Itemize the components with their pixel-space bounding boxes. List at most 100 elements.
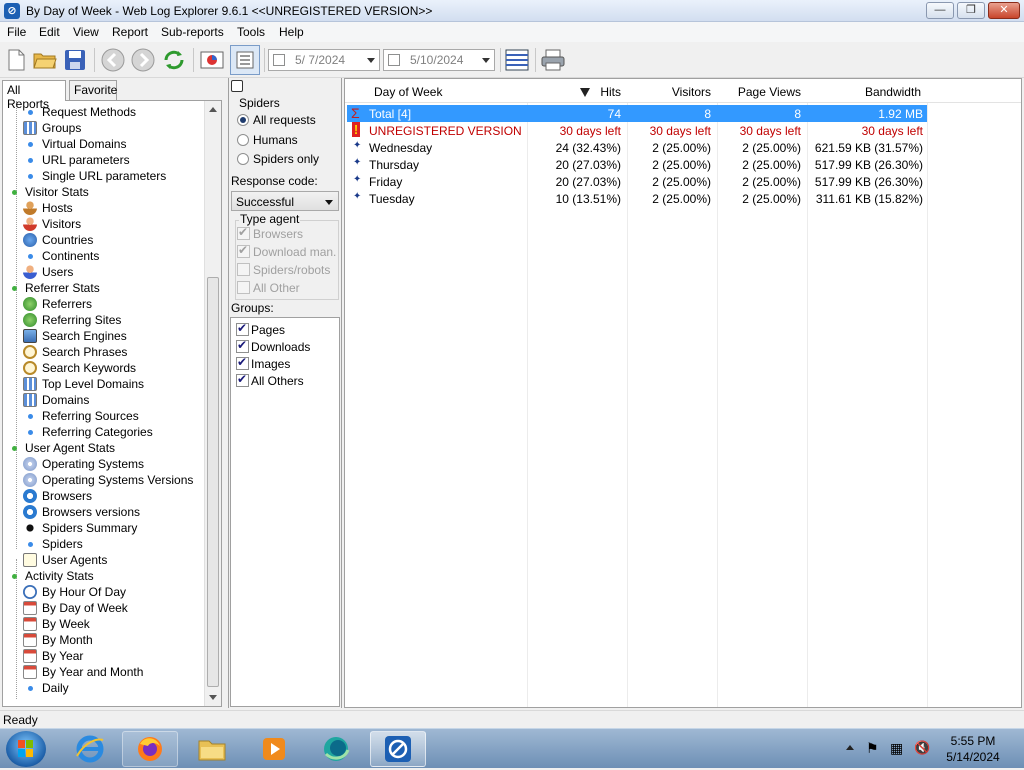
spiders-only-radio[interactable] [237, 153, 249, 165]
chevron-down-icon[interactable] [482, 58, 490, 63]
tree-item[interactable]: By Year and Month [23, 664, 143, 680]
maximize-button[interactable]: ❐ [957, 2, 985, 19]
firefox-icon[interactable] [122, 731, 178, 767]
clock-time[interactable]: 5:55 PM [938, 734, 1008, 748]
menu-report[interactable]: Report [112, 25, 148, 39]
chevron-down-icon[interactable] [367, 58, 375, 63]
close-button[interactable]: ✕ [988, 2, 1020, 19]
columns-icon[interactable] [504, 47, 530, 73]
refresh-icon[interactable] [161, 47, 187, 73]
sort-descending-icon[interactable] [580, 88, 590, 97]
header-hits[interactable]: Hits [600, 85, 621, 99]
scroll-down-icon[interactable] [209, 695, 217, 700]
tree-item[interactable]: Visitors [23, 216, 81, 232]
browsers-checkbox[interactable] [237, 225, 250, 240]
tab-all-reports[interactable]: All Reports [2, 80, 66, 111]
header-bandwidth[interactable]: Bandwidth [865, 85, 921, 99]
open-folder-icon[interactable] [32, 47, 58, 73]
date-to-picker[interactable]: 5/10/2024 [383, 49, 495, 71]
tree-item[interactable]: Operating Systems Versions [23, 472, 193, 488]
tree-item[interactable]: Search Keywords [23, 360, 136, 376]
new-document-icon[interactable] [3, 47, 29, 73]
show-hidden-icons-icon[interactable] [846, 745, 854, 750]
scroll-thumb[interactable] [207, 277, 219, 687]
table-row[interactable]: ! UNREGISTERED VERSION 30 days left 30 days… [347, 122, 927, 139]
table-row[interactable]: ✦ Thursday 20 (27.03%) 2 (25.00%) 2 (25.00%)… [347, 156, 927, 173]
tab-favorite[interactable]: Favorite [69, 80, 117, 100]
table-row[interactable]: Σ Total [4] 74 8 8 1.92 MB [347, 105, 927, 122]
group-downloads-checkbox[interactable] [236, 338, 249, 353]
tree-scrollbar[interactable] [204, 101, 221, 706]
menu-edit[interactable]: Edit [39, 25, 60, 39]
start-button[interactable] [6, 731, 46, 767]
tree-item[interactable]: Spiders [23, 536, 83, 552]
group-images-label[interactable]: Images [251, 357, 290, 371]
header-page-views[interactable]: Page Views [738, 85, 801, 99]
group-pages-label[interactable]: Pages [251, 323, 285, 337]
menu-view[interactable]: View [73, 25, 99, 39]
minimize-button[interactable]: — [926, 2, 954, 19]
tree-item[interactable]: Virtual Domains [23, 136, 126, 152]
tree-item[interactable]: Single URL parameters [23, 168, 166, 184]
tree-item[interactable]: User Agent Stats [12, 440, 115, 456]
download-man-checkbox[interactable] [237, 243, 250, 258]
group-pages-checkbox[interactable] [236, 321, 249, 336]
spiders-robots-checkbox[interactable] [237, 263, 250, 276]
scroll-up-icon[interactable] [209, 107, 217, 112]
tree-item[interactable]: User Agents [23, 552, 107, 568]
table-row[interactable]: ✦ Wednesday 24 (32.43%) 2 (25.00%) 2 (25.00%… [347, 139, 927, 156]
date-from-picker[interactable]: 5/ 7/2024 [268, 49, 380, 71]
tree-item[interactable]: By Hour Of Day [23, 584, 126, 600]
tree-item[interactable]: Browsers versions [23, 504, 140, 520]
tree-item[interactable]: By Week [23, 616, 90, 632]
network-icon[interactable]: ▦ [890, 740, 903, 757]
tree-item[interactable]: By Year [23, 648, 83, 664]
tree-item[interactable]: Groups [23, 120, 81, 136]
group-all-others-checkbox[interactable] [236, 372, 249, 387]
tree-item[interactable]: Referrers [23, 296, 92, 312]
media-player-icon[interactable] [246, 731, 302, 767]
date-to-checkbox[interactable] [388, 54, 400, 66]
tree-item[interactable]: Search Phrases [23, 344, 127, 360]
tree-item[interactable]: Referring Sources [23, 408, 139, 424]
all-requests-label[interactable]: All requests [253, 113, 316, 127]
tree-item[interactable]: URL parameters [23, 152, 130, 168]
response-code-select[interactable]: Successful [231, 191, 339, 211]
tree-item[interactable]: Search Engines [23, 328, 127, 344]
group-downloads-label[interactable]: Downloads [251, 340, 310, 354]
filter-panel-toggle-icon[interactable] [230, 45, 260, 75]
tree-item[interactable]: Continents [23, 248, 99, 264]
menu-file[interactable]: File [7, 25, 26, 39]
forward-icon[interactable] [130, 47, 156, 73]
tree-item[interactable]: Referring Categories [23, 424, 153, 440]
pin-icon[interactable] [231, 80, 243, 92]
chevron-down-icon[interactable] [325, 200, 333, 205]
action-center-flag-icon[interactable]: ⚑ [866, 740, 879, 757]
tree-item[interactable]: Users [23, 264, 73, 280]
tree-item[interactable]: Referrer Stats [12, 280, 100, 296]
tree-item[interactable]: Referring Sites [23, 312, 121, 328]
tree-item[interactable]: Countries [23, 232, 93, 248]
save-icon[interactable] [62, 47, 88, 73]
tree-item[interactable]: Browsers [23, 488, 92, 504]
menu-tools[interactable]: Tools [237, 25, 265, 39]
group-all-others-label[interactable]: All Others [251, 374, 304, 388]
menu-sub-reports[interactable]: Sub-reports [161, 25, 224, 39]
tree-item[interactable]: Operating Systems [23, 456, 144, 472]
header-visitors[interactable]: Visitors [672, 85, 711, 99]
file-explorer-icon[interactable] [184, 731, 240, 767]
tree-item[interactable]: Domains [23, 392, 89, 408]
back-icon[interactable] [100, 47, 126, 73]
tree-item[interactable]: By Day of Week [23, 600, 128, 616]
tree-item[interactable]: Spiders Summary [23, 520, 137, 536]
all-requests-radio[interactable] [237, 114, 249, 126]
humans-label[interactable]: Humans [253, 133, 298, 147]
clock-date[interactable]: 5/14/2024 [938, 750, 1008, 764]
tree-item[interactable]: By Month [23, 632, 93, 648]
chart-icon[interactable] [199, 47, 225, 73]
date-from-checkbox[interactable] [273, 54, 285, 66]
volume-muted-icon[interactable]: 🔇 [914, 740, 930, 756]
menu-help[interactable]: Help [279, 25, 304, 39]
internet-explorer-icon[interactable] [62, 731, 118, 767]
all-other-checkbox[interactable] [237, 281, 250, 294]
